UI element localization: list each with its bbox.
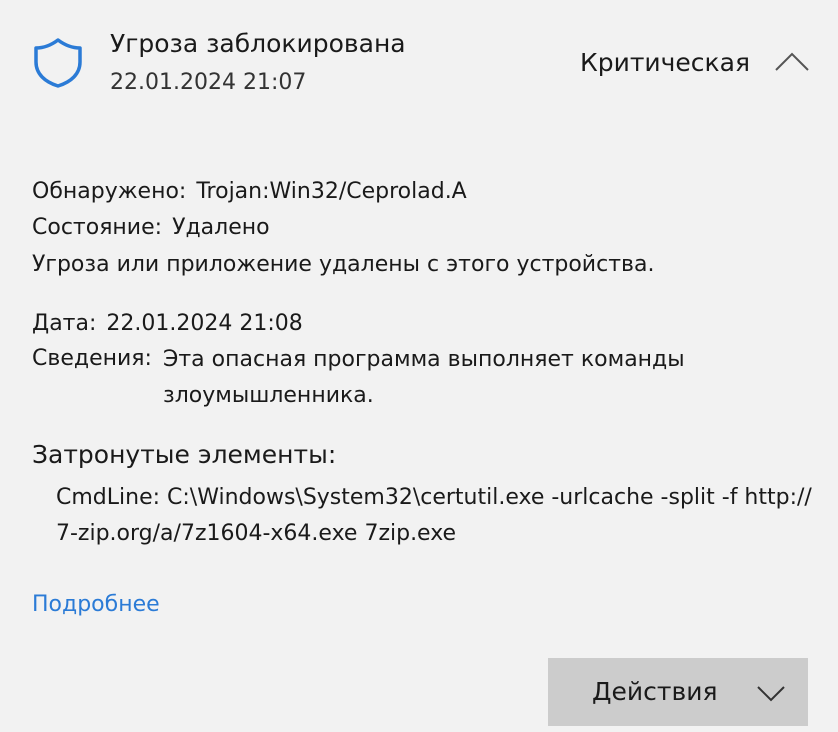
status-note: Угроза или приложение удалены с этого ус… [32, 252, 655, 277]
threat-title: Угроза заблокирована [110, 29, 406, 58]
threat-header[interactable]: Угроза заблокирована 22.01.2024 21:07 Кр… [0, 0, 838, 110]
info-label: Сведения: [32, 346, 152, 371]
actions-button[interactable]: Действия [548, 658, 808, 726]
date-label: Дата: [32, 311, 97, 336]
status-label: Состояние: [32, 215, 163, 240]
detected-value: Trojan:Win32/Ceprolad.A [196, 179, 467, 204]
affected-item-cmdline: CmdLine: C:\Windows\System32\certutil.ex… [56, 485, 812, 546]
threat-details-panel: Угроза заблокирована 22.01.2024 21:07 Кр… [0, 0, 838, 732]
affected-items-title: Затронутые элементы: [32, 440, 337, 469]
chevron-up-icon[interactable] [770, 44, 814, 78]
actions-button-label: Действия [592, 677, 718, 706]
detected-label: Обнаружено: [32, 179, 187, 204]
severity-label: Критическая [579, 48, 750, 77]
status-row: Состояние: Удалено [32, 211, 270, 245]
date-row: Дата: 22.01.2024 21:08 [32, 307, 303, 341]
status-value: Удалено [172, 215, 270, 240]
threat-timestamp: 22.01.2024 21:07 [110, 70, 307, 95]
date-value: 22.01.2024 21:08 [106, 311, 303, 336]
shield-icon [34, 38, 82, 88]
info-value: Эта опасная программа выполняет команды … [163, 347, 685, 408]
detected-row: Обнаружено: Trojan:Win32/Ceprolad.A [32, 175, 467, 209]
more-details-link[interactable]: Подробнее [32, 588, 160, 622]
chevron-down-icon [757, 686, 785, 702]
